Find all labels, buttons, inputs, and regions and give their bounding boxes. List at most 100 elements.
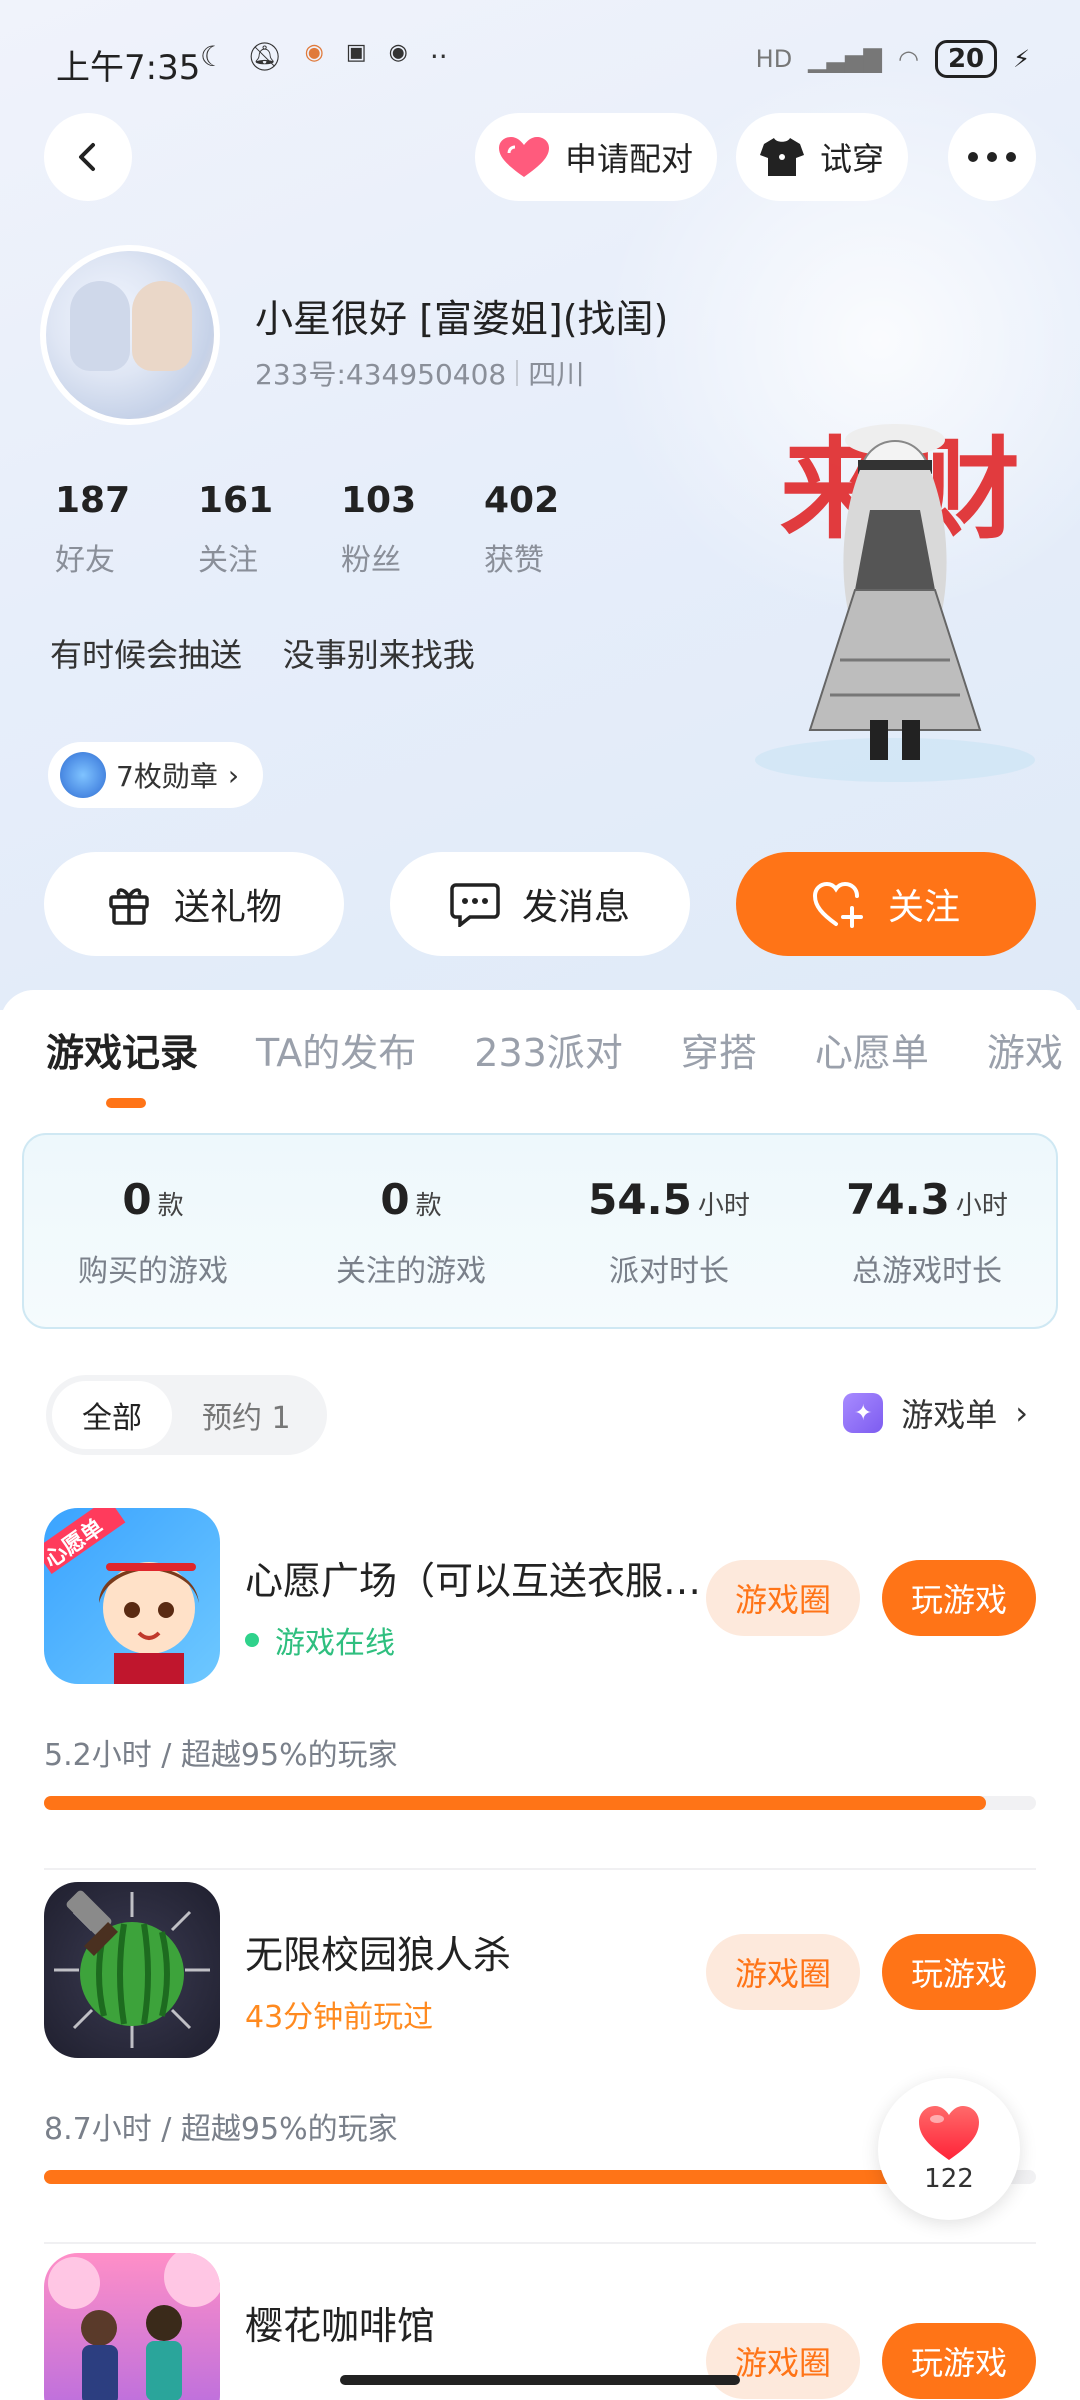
play-game-button[interactable]: 玩游戏 — [882, 1560, 1036, 1636]
game-circle-button[interactable]: 游戏圈 — [706, 1934, 860, 2010]
stat-label: 获赞 — [484, 543, 544, 578]
filter-all[interactable]: 全部 — [52, 1381, 172, 1449]
stat-number: 187 — [55, 480, 131, 521]
tab-bar: 游戏记录 TA的发布 233派对 穿搭 心愿单 游戏 — [46, 1022, 1063, 1077]
game-circle-button[interactable]: 游戏圈 — [706, 1560, 860, 1636]
tab-games[interactable]: 游戏 — [987, 1022, 1063, 1077]
watermelon-icon — [54, 1890, 210, 2048]
summary-purchased[interactable]: 0款 购买的游戏 — [24, 1135, 282, 1327]
divider — [44, 2242, 1036, 2244]
network-label: HD — [755, 45, 793, 73]
playtime-progress — [44, 1796, 1036, 1810]
game-circle-button[interactable]: 游戏圈 — [706, 2323, 860, 2399]
message-icon — [450, 883, 500, 927]
game-name: 无限校园狼人杀 — [245, 1933, 512, 1977]
summary-unit: 款 — [415, 1191, 442, 1221]
app-icon: ◉ — [304, 40, 324, 65]
game-icon[interactable] — [44, 1882, 220, 2058]
summary-total-time[interactable]: 74.3 小时 总游戏时长 — [798, 1135, 1056, 1327]
battery-indicator: 20 — [934, 40, 998, 78]
game-list-link[interactable]: ✦ 游戏单 › — [843, 1390, 1028, 1436]
like-button[interactable]: 122 — [878, 2078, 1020, 2220]
stat-number: 161 — [198, 480, 274, 521]
active-tab-indicator — [106, 1098, 146, 1108]
stat-label: 关注 — [198, 543, 258, 578]
eye-icon: ◉ — [388, 40, 408, 65]
progress-fill — [44, 1796, 987, 1810]
stat-fans[interactable]: 103 粉丝 — [341, 480, 484, 579]
game-row[interactable]: 心愿单 心愿广场（可以互送衣服… 游戏在线 游戏圈 玩游戏 5.2小时 / 超越… — [0, 1508, 1080, 1878]
more-button[interactable] — [948, 113, 1036, 201]
summary-label: 派对时长 — [609, 1254, 729, 1289]
summary-party-time[interactable]: 54.5 小时 派对时长 — [540, 1135, 798, 1327]
heart-icon — [499, 137, 549, 177]
badges-label: 7枚勋章 — [116, 760, 218, 793]
tab-wishlist[interactable]: 心愿单 — [815, 1022, 929, 1077]
tab-outfits[interactable]: 穿搭 — [681, 1022, 757, 1077]
play-game-button[interactable]: 玩游戏 — [882, 2323, 1036, 2399]
region: 四川 — [528, 358, 585, 391]
stat-friends[interactable]: 187 好友 — [55, 480, 198, 579]
heart-icon — [919, 2106, 979, 2160]
game-list-label: 游戏单 — [901, 1396, 998, 1434]
progress-fill — [44, 2170, 987, 2184]
signal-icon: ▁▃▅▇ — [808, 45, 882, 73]
stat-following[interactable]: 161 关注 — [198, 480, 341, 579]
game-playtime: 8.7小时 / 超越95%的玩家 — [44, 2112, 398, 2147]
badges-button[interactable]: 7枚勋章 › — [48, 742, 264, 808]
stat-number: 103 — [341, 480, 417, 521]
heart-plus-icon — [812, 881, 863, 928]
summary-value: 74.3 — [846, 1175, 950, 1224]
summary-unit: 小时 — [697, 1191, 750, 1221]
play-game-button[interactable]: 玩游戏 — [882, 1934, 1036, 2010]
chevron-right-icon: › — [1015, 1394, 1028, 1432]
game-status: 游戏在线 — [245, 1618, 395, 1662]
avatar[interactable] — [40, 245, 220, 425]
game-summary-card: 0款 购买的游戏 0款 关注的游戏 54.5 小时 派对时长 74.3 小时 总游戏… — [22, 1133, 1058, 1329]
follow-label: 关注 — [887, 887, 960, 928]
bio: 有时候会抽送 没事别来找我 — [50, 636, 475, 674]
follow-button[interactable]: 关注 — [736, 852, 1036, 956]
summary-followed[interactable]: 0款 关注的游戏 — [282, 1135, 540, 1327]
shirt-icon — [760, 138, 804, 176]
match-button[interactable]: 申请配对 — [475, 113, 718, 201]
app-icon: ▣ — [345, 40, 367, 65]
badge-icon — [60, 752, 106, 798]
home-indicator[interactable] — [340, 2375, 740, 2385]
tab-game-records[interactable]: 游戏记录 — [46, 1022, 198, 1077]
summary-label: 关注的游戏 — [336, 1254, 486, 1289]
summary-value: 0 — [122, 1175, 152, 1224]
status-icons: ☾ 🔕︎ ◉ ▣ ◉ ·· — [200, 40, 448, 73]
game-name: 樱花咖啡馆 — [245, 2304, 436, 2348]
charging-icon: ⚡ — [1013, 45, 1030, 73]
more-dots-icon: ·· — [429, 40, 448, 73]
avatar-image — [46, 251, 214, 419]
send-gift-button[interactable]: 送礼物 — [44, 852, 344, 956]
send-message-button[interactable]: 发消息 — [390, 852, 690, 956]
game-icon[interactable]: 心愿单 — [44, 1508, 220, 1684]
game-status-text: 游戏在线 — [275, 1626, 395, 1661]
gift-icon — [109, 888, 149, 925]
send-message-label: 发消息 — [521, 887, 630, 928]
profile-stats: 187 好友 161 关注 103 粉丝 402 获赞 — [55, 480, 627, 579]
user-id-line: 233号:434950408 四川 — [255, 353, 584, 393]
summary-label: 购买的游戏 — [78, 1254, 228, 1289]
filter-reserved[interactable]: 预约 1 — [172, 1381, 321, 1449]
try-on-button[interactable]: 试穿 — [736, 113, 909, 201]
stat-likes[interactable]: 402 获赞 — [484, 480, 627, 579]
send-gift-label: 送礼物 — [173, 887, 282, 928]
match-label: 申请配对 — [565, 140, 694, 178]
status-right: HD ▁▃▅▇ ◠ 20 ⚡ — [756, 40, 1030, 78]
tab-party[interactable]: 233派对 — [474, 1022, 623, 1077]
game-icon[interactable] — [44, 2253, 220, 2400]
nickname: 小星很好 [富婆姐](找闺) — [255, 297, 669, 341]
stat-number: 402 — [484, 480, 560, 521]
online-dot-icon — [245, 1633, 259, 1647]
more-icon — [968, 152, 1016, 162]
chevron-right-icon: › — [227, 758, 240, 792]
tab-posts[interactable]: TA的发布 — [256, 1022, 416, 1077]
character-figure[interactable] — [730, 400, 1060, 800]
back-button[interactable] — [44, 113, 132, 201]
game-playtime: 5.2小时 / 超越95%的玩家 — [44, 1738, 398, 1773]
summary-unit: 款 — [157, 1191, 184, 1221]
